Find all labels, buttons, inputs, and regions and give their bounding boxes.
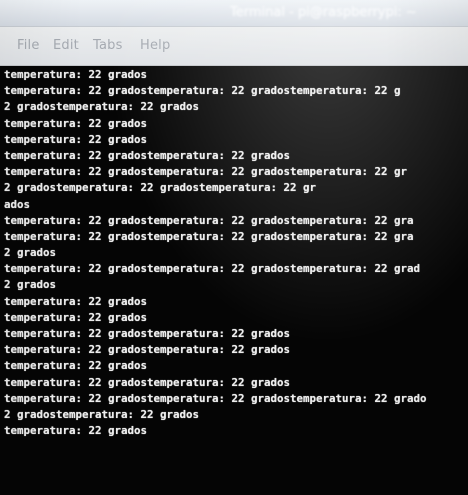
menu-edit[interactable]: Edit: [53, 38, 79, 54]
terminal-line: temperatura: 22 grados: [4, 294, 148, 308]
terminal-window: Terminal - pi@raspberrypi: ~ File Edit T…: [0, 0, 468, 495]
terminal-line: temperatura: 22 gradostemperatura: 22 gr…: [4, 327, 291, 340]
terminal-line: temperatura: 22 gradostemperatura: 22 gr…: [4, 229, 414, 243]
terminal-line: temperatura: 22 gradostemperatura: 22 gr…: [4, 375, 291, 389]
window-title: Terminal - pi@raspberrypi: ~: [230, 5, 417, 20]
terminal-line: 2 gradostemperatura: 22 grados: [4, 100, 200, 114]
menu-help[interactable]: Help: [140, 38, 170, 54]
terminal-line: temperatura: 22 grados: [4, 424, 148, 438]
terminal-output-area[interactable]: temperatura: 22 grados temperatura: 22 g…: [0, 66, 468, 495]
terminal-line: temperatura: 22 gradostemperatura: 22 gr…: [4, 84, 401, 98]
menu-bar: File Edit Tabs Help: [0, 27, 468, 66]
terminal-line: temperatura: 22 grados: [4, 132, 148, 146]
terminal-line: temperatura: 22 gradostemperatura: 22 gr…: [4, 391, 427, 405]
menu-file[interactable]: File: [17, 38, 40, 54]
terminal-lines: temperatura: 22 grados temperatura: 22 g…: [4, 67, 468, 495]
terminal-line: temperatura: 22 grados: [4, 310, 148, 324]
terminal-line: temperatura: 22 gradostemperatura: 22 gr…: [4, 343, 291, 357]
terminal-line: ados: [4, 197, 31, 211]
terminal-line: 2 grados: [4, 246, 57, 260]
terminal-line: temperatura: 22 grados: [4, 68, 148, 81]
terminal-line: temperatura: 22 gradostemperatura: 22 gr…: [4, 262, 421, 276]
terminal-line: 2 grados: [4, 278, 57, 292]
terminal-line: temperatura: 22 gradostemperatura: 22 gr…: [4, 165, 408, 179]
terminal-line: temperatura: 22 gradostemperatura: 22 gr…: [4, 148, 291, 162]
terminal-line: 2 gradostemperatura: 22 grados: [4, 407, 200, 421]
terminal-line: temperatura: 22 gradostemperatura: 22 gr…: [4, 213, 414, 227]
terminal-line: 2 gradostemperatura: 22 gradostemperatur…: [4, 181, 317, 195]
window-titlebar[interactable]: Terminal - pi@raspberrypi: ~: [0, 0, 468, 27]
terminal-line: temperatura: 22 grados: [4, 116, 148, 130]
menu-tabs[interactable]: Tabs: [93, 38, 123, 54]
terminal-line: temperatura: 22 grados: [4, 359, 148, 373]
